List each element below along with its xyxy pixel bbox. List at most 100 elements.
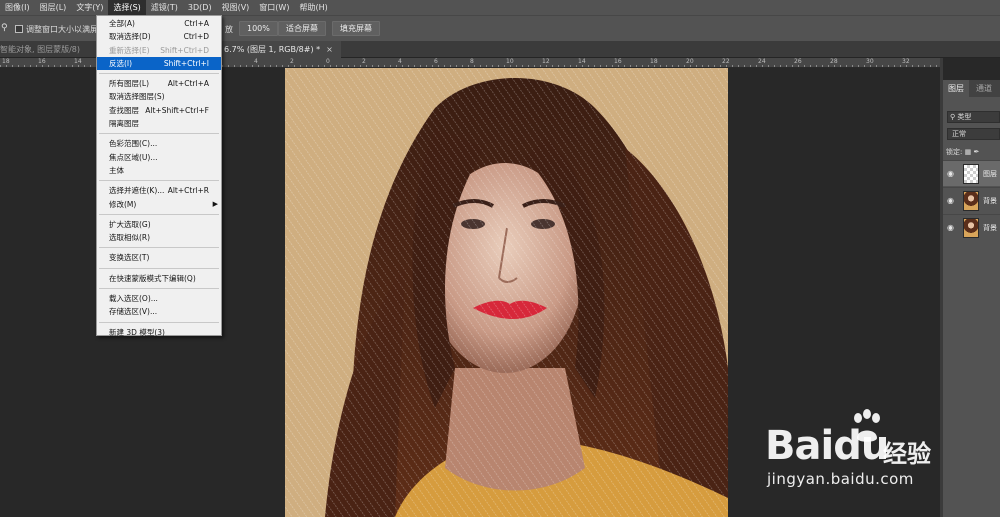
menu-item-6[interactable]: 视图(V) <box>217 0 255 15</box>
select-menu-dropdown: 全部(A) Ctrl+A 取消选择(D) Ctrl+D 重新选择(E) Shift+Ctr… <box>96 15 222 339</box>
watermark-logo-du: du <box>833 423 889 469</box>
menu-separator <box>99 213 219 215</box>
blend-mode-select[interactable]: 正常 <box>947 128 1000 140</box>
select-menu-item[interactable]: 扩大选取(G) <box>97 218 221 231</box>
eye-icon[interactable]: ◉ <box>947 223 954 232</box>
lock-label: 锁定: <box>946 148 963 156</box>
ruler-tick-label: 18 <box>650 58 658 65</box>
select-menu-item[interactable]: 全部(A) Ctrl+A <box>97 17 221 30</box>
fill-screen-button[interactable]: 填充屏幕 <box>332 21 380 36</box>
select-menu-item[interactable]: 隔离图层 <box>97 117 221 130</box>
menu-separator <box>99 288 219 290</box>
ruler-tick-label: 8 <box>470 58 474 65</box>
menu-item-5[interactable]: 3D(D) <box>183 0 217 15</box>
select-menu-item-label: 在快速蒙版模式下编辑(Q) <box>109 273 196 283</box>
fit-screen-button[interactable]: 适合屏幕 <box>278 21 326 36</box>
close-icon[interactable]: × <box>326 45 333 54</box>
ruler-tick-label: 16 <box>38 58 46 65</box>
ruler-tick-label: 2 <box>290 58 294 65</box>
menu-separator <box>99 247 219 249</box>
menu-separator <box>99 267 219 269</box>
menu-item-0[interactable]: 图像(I) <box>0 0 35 15</box>
layer-row[interactable]: ◉ 背景 <box>943 187 1000 213</box>
select-menu-item[interactable]: 修改(M) ▶ <box>97 198 221 211</box>
menu-item-3[interactable]: 选择(S) <box>108 0 146 15</box>
select-menu-item-label: 选取相似(R) <box>109 233 151 243</box>
eye-icon[interactable]: ◉ <box>947 169 954 178</box>
ruler-tick-label: 22 <box>722 58 730 65</box>
menu-item-2[interactable]: 文字(Y) <box>71 0 108 15</box>
layer-filter-select[interactable]: ⚲ 类型 <box>947 111 1000 123</box>
layer-row[interactable]: ◉ 图层 <box>943 160 1000 186</box>
select-menu-item[interactable]: 重新选择(E) Shift+Ctrl+D <box>97 44 221 57</box>
select-menu-item[interactable]: 载入选区(O)... <box>97 292 221 305</box>
menu-item-4[interactable]: 滤镜(T) <box>146 0 183 15</box>
tab-layers[interactable]: 图层 <box>943 80 969 97</box>
layer-thumbnail <box>963 191 979 211</box>
ruler-tick-label: 10 <box>506 58 514 65</box>
menu-item-1[interactable]: 图层(L) <box>35 0 72 15</box>
select-menu-item-label: 隔离图层 <box>109 119 139 129</box>
select-menu-item-label: 存储选区(V)... <box>109 307 158 317</box>
ruler-tick-label: 2 <box>362 58 366 65</box>
watermark-cn: 经验 <box>883 440 931 468</box>
baidu-watermark: Baidu 经验 jingyan.baidu.com <box>765 408 995 503</box>
canvas-image[interactable] <box>285 68 728 517</box>
menu-item-7[interactable]: 窗口(W) <box>254 0 294 15</box>
ruler-tick-label: 4 <box>254 58 258 65</box>
lock-row: 锁定: ▦ ✒ <box>946 147 979 157</box>
select-menu-item[interactable]: 选择并遮住(K)... Alt+Ctrl+R <box>97 184 221 197</box>
tab-document-2[interactable]: 6.7% (图层 1, RGB/8#) * × <box>222 41 341 58</box>
select-menu-item-label: 取消选择图层(S) <box>109 92 165 102</box>
select-menu-item-label: 变换选区(T) <box>109 253 150 263</box>
lock-paint-icon[interactable]: ✒ <box>973 148 979 156</box>
select-menu-item[interactable]: 在快速蒙版模式下编辑(Q) <box>97 272 221 285</box>
select-menu-item-label: 新建 3D 模型(3) <box>109 327 165 337</box>
layer-name: 图层 <box>983 170 997 178</box>
select-menu-item[interactable]: 变换选区(T) <box>97 251 221 264</box>
select-menu-item-shortcut: Shift+Ctrl+I <box>163 58 209 68</box>
select-menu-item[interactable]: 所有图层(L) Alt+Ctrl+A <box>97 77 221 90</box>
select-menu-item-label: 扩大选取(G) <box>109 219 151 229</box>
select-menu-item-label: 焦点区域(U)... <box>109 152 158 162</box>
submenu-arrow-icon: ▶ <box>212 199 218 208</box>
watermark-logo-bai: Bai <box>765 423 834 469</box>
select-menu-item-label: 色彩范围(C)... <box>109 139 158 149</box>
select-menu-item[interactable]: 存储选区(V)... <box>97 305 221 318</box>
select-menu-item[interactable]: 色彩范围(C)... <box>97 137 221 150</box>
ruler-tick-label: 32 <box>902 58 910 65</box>
lock-transparency-icon[interactable]: ▦ <box>965 148 972 156</box>
tab-document-1[interactable]: 智能对象, 图层蒙版/8) <box>0 41 100 58</box>
select-menu-item-shortcut: Ctrl+A <box>184 19 209 28</box>
select-menu-item[interactable]: 主体 <box>97 164 221 177</box>
layer-row[interactable]: ◉ 背景 <box>943 214 1000 240</box>
select-menu-item[interactable]: 选取相似(R) <box>97 231 221 244</box>
select-menu-item[interactable]: 新建 3D 模型(3) <box>97 326 221 339</box>
select-menu-item[interactable]: 取消选择图层(S) <box>97 90 221 103</box>
layer-filter-value: 类型 <box>957 113 972 121</box>
eye-icon[interactable]: ◉ <box>947 196 954 205</box>
zoom-100-button[interactable]: 100% <box>239 21 278 36</box>
zoom-icon[interactable]: ⚲ <box>1 23 11 33</box>
select-menu-item-label: 反选(I) <box>109 58 133 68</box>
select-menu-item[interactable]: 焦点区域(U)... <box>97 151 221 164</box>
layer-name: 背景 <box>983 224 997 232</box>
layer-thumbnail <box>963 164 979 184</box>
ruler-tick-label: 14 <box>74 58 82 65</box>
tab-channels[interactable]: 通道 <box>971 80 997 97</box>
ruler-tick-label: 24 <box>758 58 766 65</box>
select-menu-item[interactable]: 查找图层 Alt+Shift+Ctrl+F <box>97 104 221 117</box>
select-menu-item-label: 重新选择(E) <box>109 45 150 55</box>
menu-item-8[interactable]: 帮助(H) <box>294 0 332 15</box>
ruler-tick-label: 26 <box>794 58 802 65</box>
layers-panel-tabs: 图层 通道 <box>943 80 1000 97</box>
ruler-tick-label: 20 <box>686 58 694 65</box>
resize-window-checkbox[interactable] <box>15 25 23 33</box>
ruler-tick-label: 28 <box>830 58 838 65</box>
ruler-tick-label: 6 <box>434 58 438 65</box>
select-menu-item[interactable]: 反选(I) Shift+Ctrl+I <box>97 56 221 71</box>
select-menu-item[interactable]: 取消选择(D) Ctrl+D <box>97 30 221 43</box>
select-menu-item-label: 查找图层 <box>109 105 139 115</box>
ruler-tick-label: 18 <box>2 58 10 65</box>
menu-separator <box>99 180 219 182</box>
